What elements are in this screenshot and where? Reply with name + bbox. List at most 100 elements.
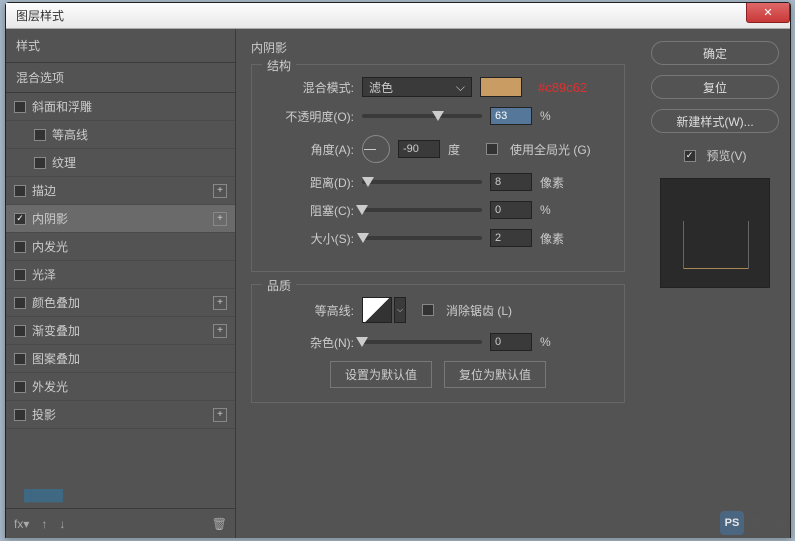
slider-thumb[interactable] [356, 205, 368, 215]
titlebar[interactable]: 图层样式 ✕ [6, 3, 790, 29]
structure-label: 结构 [262, 57, 296, 74]
sidebar-item-outer-glow[interactable]: 外发光 [6, 373, 235, 401]
slider-thumb[interactable] [356, 337, 368, 347]
angle-label: 角度(A): [266, 141, 354, 158]
sidebar-item-label: 渐变叠加 [32, 322, 80, 339]
checkbox[interactable] [14, 297, 26, 309]
choke-input[interactable] [490, 201, 532, 219]
add-icon[interactable]: + [213, 212, 227, 226]
angle-input[interactable] [398, 140, 440, 158]
size-row: 大小(S): 像素 [266, 229, 610, 247]
sidebar-item-bevel[interactable]: 斜面和浮雕 [6, 93, 235, 121]
add-icon[interactable]: + [213, 296, 227, 310]
opacity-label: 不透明度(O): [266, 108, 354, 125]
sidebar-item-pattern-overlay[interactable]: 图案叠加 [6, 345, 235, 373]
noise-input[interactable] [490, 333, 532, 351]
contour-picker[interactable]: ⌵ [362, 297, 406, 323]
slider-thumb[interactable] [432, 111, 444, 121]
size-input[interactable] [490, 229, 532, 247]
distance-row: 距离(D): 像素 [266, 173, 610, 191]
arrow-up-icon[interactable]: ↑ [41, 517, 47, 531]
sidebar-item-color-overlay[interactable]: 颜色叠加+ [6, 289, 235, 317]
new-style-button[interactable]: 新建样式(W)... [651, 109, 779, 133]
sidebar-item-label: 描边 [32, 182, 56, 199]
sidebar-item-texture[interactable]: 纹理 [6, 149, 235, 177]
checkbox[interactable] [14, 241, 26, 253]
close-icon: ✕ [763, 6, 772, 19]
chevron-down-icon[interactable]: ⌵ [394, 297, 406, 323]
sidebar-item-satin[interactable]: 光泽 [6, 261, 235, 289]
sidebar-item-inner-glow[interactable]: 内发光 [6, 233, 235, 261]
reset-default-button[interactable]: 复位为默认值 [444, 361, 546, 388]
distance-slider[interactable] [362, 180, 482, 184]
checkbox[interactable] [14, 325, 26, 337]
sidebar-footer: fx▾ ↑ ↓ 🗑 [6, 508, 235, 538]
sidebar-item-label: 内阴影 [32, 210, 68, 227]
blend-mode-select[interactable]: 滤色⌵ [362, 77, 472, 97]
choke-slider[interactable] [362, 208, 482, 212]
sidebar-item-inner-shadow[interactable]: 内阴影 + [6, 205, 235, 233]
styles-header[interactable]: 样式 [6, 29, 235, 63]
checkbox[interactable] [14, 409, 26, 421]
fx-icon[interactable]: fx▾ [14, 517, 29, 531]
checkbox[interactable] [14, 381, 26, 393]
distance-label: 距离(D): [266, 174, 354, 191]
angle-row: 角度(A): 度 使用全局光 (G) [266, 135, 610, 163]
checkbox[interactable] [14, 185, 26, 197]
add-icon[interactable]: + [213, 184, 227, 198]
preview-toggle[interactable]: 预览(V) [684, 147, 747, 164]
opacity-row: 不透明度(O): % [266, 107, 610, 125]
blend-mode-row: 混合模式: 滤色⌵ #c89c62 [266, 77, 610, 97]
chevron-down-icon: ⌵ [456, 80, 465, 95]
unit-px: 像素 [540, 230, 570, 247]
unit-percent: % [540, 203, 570, 217]
opacity-slider[interactable] [362, 114, 482, 118]
global-light-checkbox[interactable] [486, 143, 498, 155]
content-area: 样式 混合选项 斜面和浮雕 等高线 纹理 描边 + 内阴影 + 内发光 光泽 颜色叠… [6, 29, 790, 538]
noise-label: 杂色(N): [266, 334, 354, 351]
choke-row: 阻塞(C): % [266, 201, 610, 219]
checkbox[interactable] [14, 101, 26, 113]
contour-label: 等高线: [266, 302, 354, 319]
blend-options-header[interactable]: 混合选项 [6, 63, 235, 93]
color-swatch[interactable] [480, 77, 522, 97]
panel-title: 内阴影 [251, 39, 625, 56]
add-icon[interactable]: + [213, 408, 227, 422]
ok-button[interactable]: 确定 [651, 41, 779, 65]
sidebar-item-stroke[interactable]: 描边 + [6, 177, 235, 205]
add-icon[interactable]: + [213, 324, 227, 338]
blend-mode-label: 混合模式: [266, 79, 354, 96]
checkbox[interactable] [34, 129, 46, 141]
make-default-button[interactable]: 设置为默认值 [330, 361, 432, 388]
sidebar-item-contour-sub[interactable]: 等高线 [6, 121, 235, 149]
watermark-text: 爱好者 [747, 513, 789, 533]
preview-shape [683, 268, 749, 269]
checkbox[interactable] [34, 157, 46, 169]
preview-checkbox[interactable] [684, 150, 696, 162]
sidebar-item-label: 外发光 [32, 378, 68, 395]
slider-thumb[interactable] [362, 177, 374, 187]
size-slider[interactable] [362, 236, 482, 240]
arrow-down-icon[interactable]: ↓ [59, 517, 65, 531]
antialias-checkbox[interactable] [422, 304, 434, 316]
unit-degree: 度 [448, 141, 478, 158]
checkbox[interactable] [14, 353, 26, 365]
checkbox[interactable] [14, 269, 26, 281]
trash-icon[interactable]: 🗑 [212, 517, 227, 531]
noise-slider[interactable] [362, 340, 482, 344]
opacity-input[interactable] [490, 107, 532, 125]
distance-input[interactable] [490, 173, 532, 191]
unit-px: 像素 [540, 174, 570, 191]
checkbox[interactable] [14, 213, 26, 225]
quality-fieldset: 品质 等高线: ⌵ 消除锯齿 (L) 杂色(N): % [251, 284, 625, 403]
close-button[interactable]: ✕ [746, 3, 790, 23]
sidebar-item-drop-shadow[interactable]: 投影+ [6, 401, 235, 429]
antialias-label: 消除锯齿 (L) [446, 302, 512, 319]
unit-percent: % [540, 109, 570, 123]
slider-thumb[interactable] [357, 233, 369, 243]
cancel-button[interactable]: 复位 [651, 75, 779, 99]
sidebar-item-gradient-overlay[interactable]: 渐变叠加 + [6, 317, 235, 345]
sidebar-item-label: 光泽 [32, 266, 56, 283]
angle-dial[interactable] [362, 135, 390, 163]
preview-box [660, 178, 770, 288]
